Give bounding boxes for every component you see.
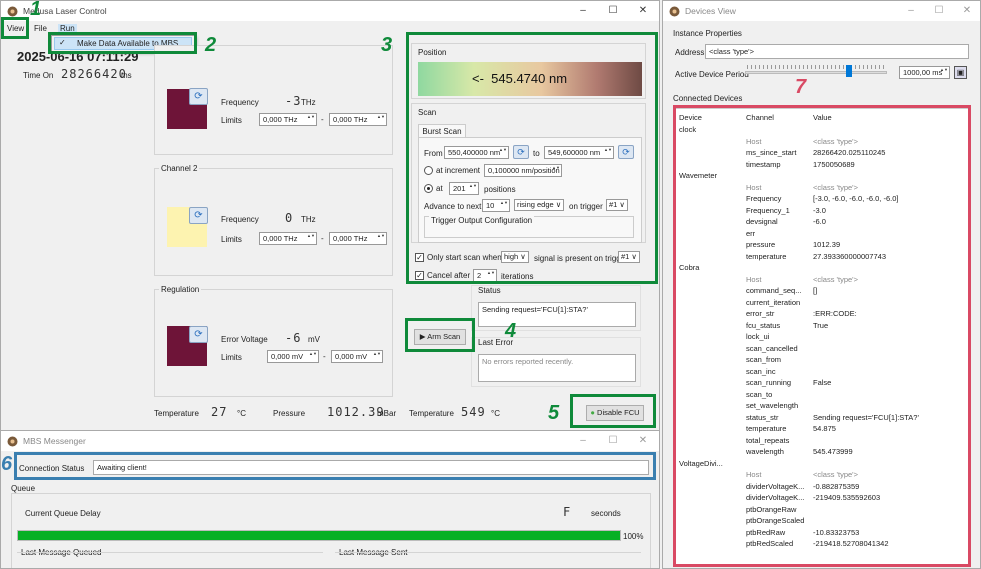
menu-file[interactable]: File: [34, 24, 47, 33]
queue-progress-text: 100%: [623, 532, 644, 541]
status-text: Sending request='FCU[1]:STA?': [478, 302, 636, 327]
period-slider-ticks: [747, 65, 887, 69]
highlight-5: [570, 394, 656, 428]
annotation-label-2: 2: [205, 34, 217, 56]
maximize-button[interactable]: ☐: [925, 1, 953, 21]
channel2-freq-unit: THz: [301, 215, 316, 224]
channel1-freq-label: Frequency: [221, 98, 259, 107]
queue-progress-fill: [18, 531, 620, 540]
highlight-6: [14, 452, 656, 480]
devices-title: Devices View: [685, 6, 736, 16]
channel2-refresh-button[interactable]: ⟳: [189, 207, 208, 224]
channel1-freq-unit: THz: [301, 98, 316, 107]
temperature2-label: Temperature: [409, 409, 454, 418]
channel2-limit-high[interactable]: 0,000 THz: [329, 232, 387, 245]
temperature2-unit: °C: [491, 409, 500, 418]
limit-dash: -: [321, 234, 324, 243]
mbs-titlebar: MBS Messenger: [1, 431, 659, 451]
channel1-freq-value: -3: [285, 94, 302, 108]
app-icon: [669, 6, 680, 16]
regulation-limit-low[interactable]: 0,000 mV: [267, 350, 319, 363]
highlight-7: [673, 105, 971, 567]
annotation-label-4: 4: [505, 320, 517, 342]
time-on-unit: ms: [121, 71, 132, 80]
status-title: Status: [476, 286, 503, 295]
error-voltage-label: Error Voltage: [221, 335, 268, 344]
time-on-label: Time On: [23, 71, 54, 80]
mbs-title: MBS Messenger: [23, 436, 86, 446]
close-button[interactable]: ✕: [629, 1, 657, 21]
annotation-label-7: 7: [795, 76, 807, 98]
channel2-freq-label: Frequency: [221, 215, 259, 224]
minimize-button[interactable]: –: [897, 1, 925, 21]
main-titlebar: Medusa Laser Control: [1, 1, 659, 21]
period-input[interactable]: 1000,00 ms: [899, 66, 950, 79]
last-sent-line: [335, 552, 641, 553]
annotation-label-1: 1: [30, 0, 42, 20]
period-slider-handle[interactable]: [845, 65, 852, 77]
regulation-refresh-button[interactable]: ⟳: [189, 326, 208, 343]
queue-delay-value: F: [563, 505, 572, 519]
app-icon: [7, 6, 18, 16]
highlight-1: [1, 17, 29, 39]
save-icon[interactable]: ▣: [954, 66, 967, 79]
channel1-limit-low[interactable]: 0,000 THz: [259, 113, 317, 126]
annotation-label-6: 6: [1, 453, 13, 475]
limit-dash: -: [321, 115, 324, 124]
maximize-button[interactable]: ☐: [599, 1, 627, 21]
temperature-value: 27: [211, 405, 228, 419]
channel1-group: ⟳ Frequency -3 THz Limits 0,000 THz - 0,…: [154, 45, 393, 155]
mbs-window: MBS Messenger – ☐ ✕ Connection Status Aw…: [0, 430, 660, 569]
status-group: Status Sending request='FCU[1]:STA?': [471, 285, 641, 331]
temperature2-value: 549: [461, 405, 486, 419]
minimize-button[interactable]: –: [569, 1, 597, 21]
address-input[interactable]: <class 'type'>: [705, 44, 969, 59]
annotation-label-5: 5: [548, 402, 560, 424]
pressure-label: Pressure: [273, 409, 306, 418]
close-button[interactable]: ✕: [953, 1, 980, 21]
channel1-limit-high[interactable]: 0,000 THz: [329, 113, 387, 126]
error-voltage-value: -6: [285, 331, 302, 345]
last-error-group: Last Error No errors reported recently.: [471, 337, 641, 387]
maximize-button[interactable]: ☐: [599, 431, 627, 451]
pressure-value: 1012.39: [327, 405, 385, 419]
period-slider-track[interactable]: [745, 71, 887, 74]
last-error-text: No errors reported recently.: [478, 354, 636, 382]
highlight-4: [405, 318, 475, 352]
channel2-limit-low[interactable]: 0,000 THz: [259, 232, 317, 245]
channel1-refresh-button[interactable]: ⟳: [189, 88, 208, 105]
time-on-value: 28266420: [61, 67, 127, 81]
error-voltage-unit: mV: [308, 335, 320, 344]
queue-delay-label: Current Queue Delay: [25, 509, 101, 518]
annotation-label-3: 3: [381, 34, 393, 56]
channel2-title: Channel 2: [159, 164, 200, 173]
instance-properties-label: Instance Properties: [673, 29, 742, 38]
highlight-2: [48, 32, 197, 54]
pressure-unit: mBar: [377, 409, 397, 418]
regulation-group: Regulation ⟳ Error Voltage -6 mV Limits …: [154, 285, 393, 397]
regulation-title: Regulation: [159, 285, 202, 294]
temperature-label: Temperature: [154, 409, 199, 418]
queue-progress-track: [17, 530, 621, 541]
highlight-3: [406, 32, 658, 284]
period-label: Active Device Period: [675, 70, 749, 79]
limit-dash: -: [323, 352, 326, 361]
regulation-limit-high[interactable]: 0,000 mV: [331, 350, 383, 363]
temperature-unit: °C: [237, 409, 246, 418]
minimize-button[interactable]: –: [569, 431, 597, 451]
close-button[interactable]: ✕: [629, 431, 657, 451]
address-label: Address: [675, 48, 705, 57]
queue-delay-unit: seconds: [591, 509, 621, 518]
channel2-group: Channel 2 ⟳ Frequency 0 THz Limits 0,000…: [154, 164, 393, 276]
connected-devices-label: Connected Devices: [673, 94, 743, 103]
last-queued-line: [17, 552, 323, 553]
channel1-limits-label: Limits: [221, 116, 242, 125]
regulation-limits-label: Limits: [221, 353, 242, 362]
channel2-limits-label: Limits: [221, 235, 242, 244]
queue-label: Queue: [11, 484, 36, 493]
app-icon: [7, 436, 18, 446]
channel2-freq-value: 0: [285, 211, 294, 225]
